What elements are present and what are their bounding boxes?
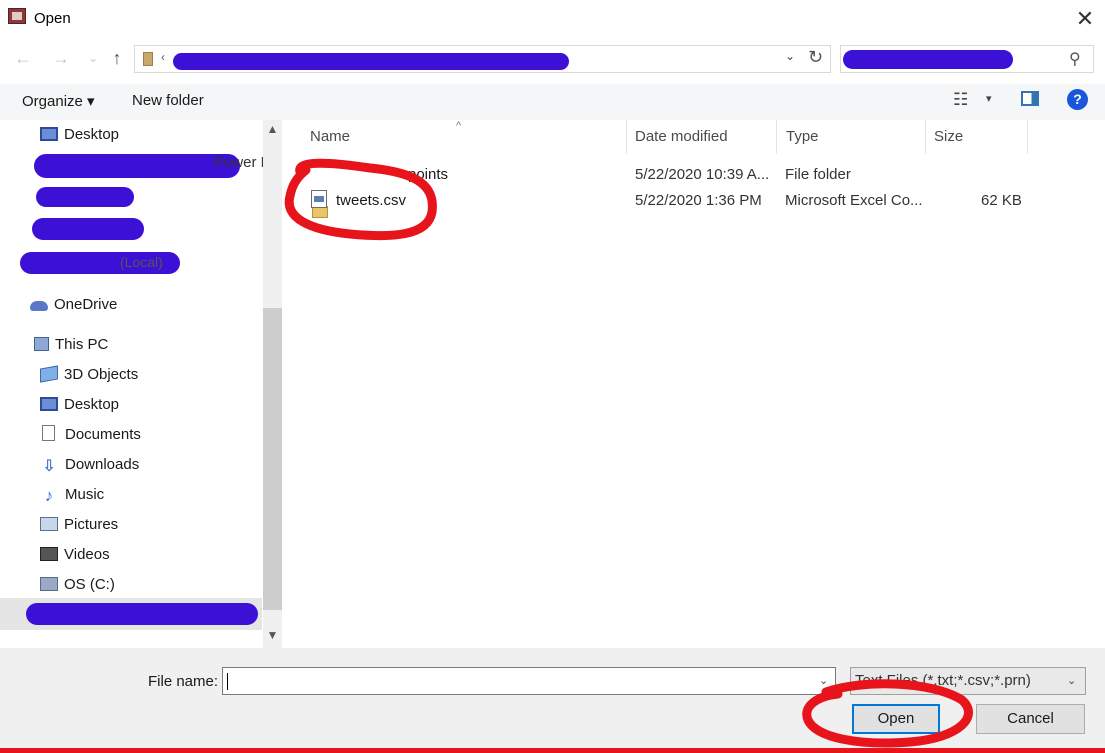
file-name: tweets.csv [336,192,407,209]
view-dropdown-icon[interactable]: ▾ [986,92,992,105]
view-options-icon[interactable]: ☷ [953,90,968,110]
file-date: 5/22/2020 1:36 PM [635,192,762,209]
column-header-size[interactable]: Size [934,128,963,148]
organize-button[interactable]: Organize ▾ [22,92,95,110]
column-divider[interactable] [1027,120,1028,154]
nav-scrollbar-thumb[interactable] [263,308,282,610]
nav-item-music[interactable]: ♪ Music [42,482,104,508]
nav-item-downloads[interactable]: ⇩ Downloads [42,452,139,478]
address-bar[interactable]: ‹ ⌄ ↻ [134,45,831,73]
folder-icon [143,52,153,66]
column-header-name[interactable]: Name [310,128,350,148]
open-button[interactable]: Open [852,704,940,734]
this-pc-icon [34,337,49,351]
nav-item-3d-objects[interactable]: 3D Objects [40,362,138,388]
desktop-icon [40,127,58,141]
pictures-icon [40,517,58,531]
file-name-label: File name: [148,673,219,690]
app-icon [8,8,26,24]
navigation-pane[interactable]: Desktop Power BI (Local) OneDrive This P… [0,120,282,648]
title-bar: Open ✕ [0,0,1105,38]
file-type: File folder [785,166,851,183]
file-type-value: Text Files (*.txt;*.csv;*.prn) [855,672,1031,689]
nav-item-os-c[interactable]: OS (C:) [40,572,115,598]
file-name: points [408,166,449,183]
redacted-nav-item[interactable] [32,218,144,240]
file-name-input[interactable]: ⌄ [222,667,836,695]
address-dropdown-button[interactable]: ⌄ [785,49,795,63]
back-button[interactable]: ← [10,44,36,72]
text-cursor [227,673,228,690]
search-icon: ⚲ [1069,51,1081,68]
nav-item-desktop[interactable]: Desktop [40,122,119,148]
annotation-bar [0,748,1105,753]
file-size: 62 KB [981,192,1022,209]
new-folder-button[interactable]: New folder [132,92,204,109]
column-divider[interactable] [626,120,627,154]
nav-item-this-pc[interactable]: This PC [34,332,108,358]
downloads-icon: ⇩ [42,458,56,475]
file-type-dropdown-icon[interactable]: ⌄ [1067,674,1076,687]
3d-objects-icon [40,365,58,383]
redacted-nav-item[interactable] [34,154,240,178]
recent-locations-button[interactable]: ⌄ [80,44,106,72]
column-header-type[interactable]: Type [786,128,819,148]
file-name-dropdown-icon[interactable]: ⌄ [819,674,828,687]
file-row[interactable]: tweets.csv 5/22/2020 1:36 PM Microsoft E… [284,188,1044,212]
scroll-down-arrow[interactable]: ▼ [263,628,282,646]
file-type: Microsoft Excel Co... [785,192,923,209]
file-list[interactable]: ^ Name Date modified Type Size points 5/… [284,120,1105,648]
breadcrumb-chevron[interactable]: ‹ [161,50,165,64]
refresh-icon[interactable]: ↻ [808,47,823,68]
dialog-footer: File name: ⌄ Text Files (*.txt;*.csv;*.p… [0,648,1105,753]
file-date: 5/22/2020 10:39 A... [635,166,770,183]
cancel-button[interactable]: Cancel [976,704,1085,734]
nav-item-documents[interactable]: Documents [42,422,141,448]
redacted-nav-item[interactable] [36,187,134,207]
csv-file-icon [311,190,327,208]
toolbar: Organize ▾ New folder ☷ ▾ ? [0,84,1105,120]
nav-item-pictures[interactable]: Pictures [40,512,118,538]
redacted-search-text [843,50,1013,69]
column-divider[interactable] [776,120,777,154]
sort-indicator-icon: ^ [456,120,462,132]
documents-icon [42,425,55,441]
up-folder-button[interactable]: ↑ [104,44,130,72]
column-header-date-modified[interactable]: Date modified [635,128,728,148]
desktop-icon [40,397,58,411]
close-button[interactable]: ✕ [1072,6,1098,32]
music-icon: ♪ [44,486,54,505]
file-type-select[interactable]: Text Files (*.txt;*.csv;*.prn) ⌄ [850,667,1086,695]
nav-item-desktop-pc[interactable]: Desktop [40,392,119,418]
search-input[interactable]: ⚲ [840,45,1094,73]
column-divider[interactable] [925,120,926,154]
help-icon[interactable]: ? [1067,89,1088,110]
nav-item-videos[interactable]: Videos [40,542,110,568]
redacted-path [173,53,569,70]
forward-button[interactable]: → [48,44,74,72]
videos-icon [40,547,58,561]
nav-item-partial-text: (Local) [120,254,163,270]
onedrive-icon [30,301,48,311]
nav-item-onedrive[interactable]: OneDrive [30,292,117,318]
preview-pane-icon[interactable] [1021,91,1039,106]
file-row[interactable]: points 5/22/2020 10:39 A... File folder [284,162,1044,218]
scroll-up-arrow[interactable]: ▲ [263,122,282,140]
drive-icon [40,577,58,591]
window-title: Open [34,10,71,27]
redacted-nav-item [26,603,258,625]
